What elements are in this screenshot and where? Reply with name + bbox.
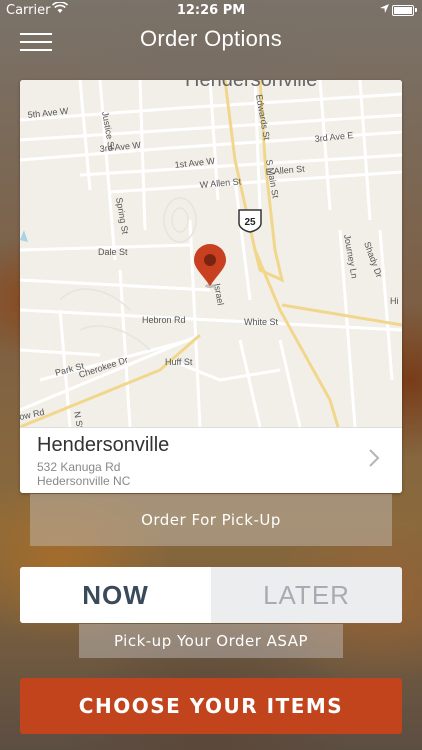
location-arrow-icon: [379, 3, 390, 18]
location-address-line1: 532 Kanuga Rd: [37, 460, 121, 474]
clock: 12:26 PM: [176, 3, 246, 18]
location-name: Hendersonville: [37, 434, 170, 456]
choose-items-button[interactable]: CHOOSE YOUR ITEMS: [20, 678, 402, 734]
later-option[interactable]: LATER: [211, 567, 402, 623]
battery-icon: [392, 5, 414, 16]
status-bar: Carrier 12:26 PM: [0, 0, 422, 22]
map-city-label: Hendersonville: [185, 80, 317, 91]
battery-tip: [415, 8, 417, 12]
location-card[interactable]: Hendersonville 5th Ave W Justice St 3rd …: [20, 80, 402, 493]
map-street-label: White St: [244, 317, 279, 327]
pickup-timing-note: Pick-up Your Order ASAP: [79, 624, 343, 658]
route-shield: 25: [238, 209, 262, 233]
route-shield-number: 25: [244, 217, 256, 228]
store-map[interactable]: Hendersonville 5th Ave W Justice St 3rd …: [20, 80, 402, 430]
order-type-button[interactable]: Order For Pick-Up: [30, 494, 392, 546]
map-street-label: Huff St: [165, 357, 193, 367]
map-street-label: Hebron Rd: [142, 315, 186, 325]
now-option[interactable]: NOW: [20, 567, 211, 623]
timing-toggle[interactable]: NOW LATER: [20, 567, 402, 623]
chevron-right-icon[interactable]: [368, 448, 380, 474]
map-street-label: Hi: [390, 296, 399, 306]
location-address-line2: Hedersonville NC: [37, 474, 131, 488]
map-street-label: Dale St: [98, 247, 128, 257]
page-title: Order Options: [139, 26, 283, 51]
location-info-row[interactable]: Hendersonville 532 Kanuga Rd Hedersonvil…: [20, 427, 402, 493]
